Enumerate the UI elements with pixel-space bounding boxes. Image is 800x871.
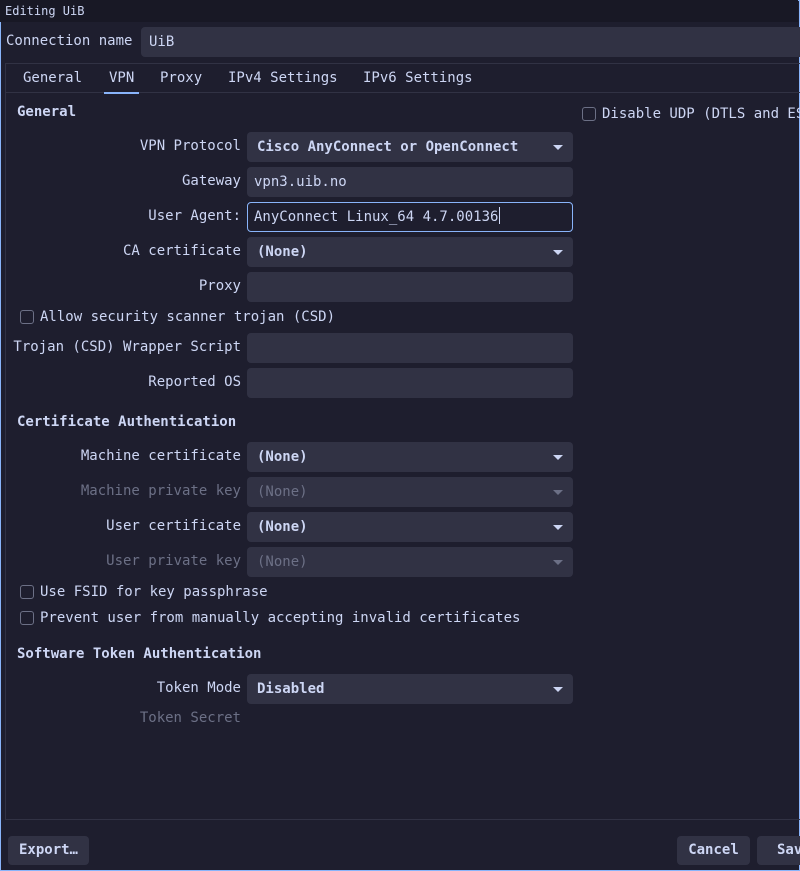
cert-auth-heading: Certificate Authentication xyxy=(17,414,237,430)
chevron-down-icon xyxy=(553,490,563,495)
tab-ipv6-settings[interactable]: IPv6 Settings xyxy=(363,70,473,86)
csd-wrapper-input[interactable] xyxy=(247,333,573,363)
tab-bar: General VPN Proxy IPv4 Settings IPv6 Set… xyxy=(5,63,800,94)
gateway-label: Gateway xyxy=(181,173,241,189)
token-auth-heading: Software Token Authentication xyxy=(17,646,262,662)
gateway-input[interactable]: vpn3.uib.no xyxy=(247,167,573,197)
use-fsid-box[interactable] xyxy=(20,585,34,599)
user-cert-value: (None) xyxy=(257,519,308,535)
ca-certificate-select[interactable]: (None) xyxy=(247,237,573,267)
chevron-down-icon xyxy=(553,455,563,460)
use-fsid-checkbox[interactable]: Use FSID for key passphrase xyxy=(20,584,268,600)
tab-proxy[interactable]: Proxy xyxy=(160,70,202,86)
machine-cert-select[interactable]: (None) xyxy=(247,442,573,472)
reported-os-label: Reported OS xyxy=(148,374,241,390)
token-secret-label: Token Secret xyxy=(139,710,241,726)
user-agent-value: AnyConnect Linux_64 4.7.00136 xyxy=(254,209,499,225)
connection-name-label: Connection name xyxy=(6,33,133,49)
machine-key-value: (None) xyxy=(257,484,308,500)
csd-wrapper-label: Trojan (CSD) Wrapper Script xyxy=(13,339,241,355)
export-button[interactable]: Export… xyxy=(8,836,89,865)
machine-key-select: (None) xyxy=(247,477,573,507)
disable-udp-checkbox[interactable]: Disable UDP (DTLS and ES xyxy=(582,106,800,122)
cancel-button[interactable]: Cancel xyxy=(677,836,750,865)
ca-certificate-label: CA certificate xyxy=(122,243,241,259)
allow-csd-box[interactable] xyxy=(20,310,34,324)
tab-ipv4-settings[interactable]: IPv4 Settings xyxy=(228,70,338,86)
chevron-down-icon xyxy=(553,145,563,150)
save-button[interactable]: Save xyxy=(757,836,800,865)
reported-os-input[interactable] xyxy=(247,368,573,398)
vpn-protocol-select[interactable]: Cisco AnyConnect or OpenConnect xyxy=(247,132,573,162)
user-agent-label: User Agent: xyxy=(148,208,241,224)
token-mode-select[interactable]: Disabled xyxy=(247,674,573,704)
proxy-label: Proxy xyxy=(198,278,241,294)
ca-certificate-value: (None) xyxy=(257,244,308,260)
tab-vpn[interactable]: VPN xyxy=(103,70,140,94)
allow-csd-label: Allow security scanner trojan (CSD) xyxy=(40,309,336,325)
tab-general[interactable]: General xyxy=(23,70,82,86)
disable-udp-label: Disable UDP (DTLS and ES xyxy=(602,106,800,122)
vpn-protocol-label: VPN Protocol xyxy=(139,138,241,154)
user-cert-label: User certificate xyxy=(106,518,241,534)
prevent-invalid-box[interactable] xyxy=(20,611,34,625)
user-cert-select[interactable]: (None) xyxy=(247,512,573,542)
user-key-value: (None) xyxy=(257,554,308,570)
chevron-down-icon xyxy=(553,687,563,692)
machine-cert-label: Machine certificate xyxy=(80,448,241,464)
vpn-protocol-value: Cisco AnyConnect or OpenConnect xyxy=(257,139,519,155)
token-mode-label: Token Mode xyxy=(156,680,241,696)
chevron-down-icon xyxy=(553,525,563,530)
token-mode-value: Disabled xyxy=(257,681,325,697)
connection-name-input[interactable]: UiB xyxy=(141,27,800,57)
use-fsid-label: Use FSID for key passphrase xyxy=(40,584,268,600)
user-key-select: (None) xyxy=(247,547,573,577)
general-heading: General xyxy=(17,104,77,120)
user-key-label: User private key xyxy=(106,553,241,569)
proxy-input[interactable] xyxy=(247,272,573,302)
user-agent-input[interactable]: AnyConnect Linux_64 4.7.00136 xyxy=(247,202,573,232)
machine-key-label: Machine private key xyxy=(80,483,241,499)
text-cursor xyxy=(499,207,501,224)
window-title: Editing UiB xyxy=(0,0,798,22)
allow-csd-checkbox[interactable]: Allow security scanner trojan (CSD) xyxy=(20,309,335,325)
chevron-down-icon xyxy=(553,560,563,565)
prevent-invalid-label: Prevent user from manually accepting inv… xyxy=(40,610,521,626)
chevron-down-icon xyxy=(553,250,563,255)
disable-udp-box[interactable] xyxy=(582,107,596,121)
machine-cert-value: (None) xyxy=(257,449,308,465)
prevent-invalid-checkbox[interactable]: Prevent user from manually accepting inv… xyxy=(20,610,520,626)
